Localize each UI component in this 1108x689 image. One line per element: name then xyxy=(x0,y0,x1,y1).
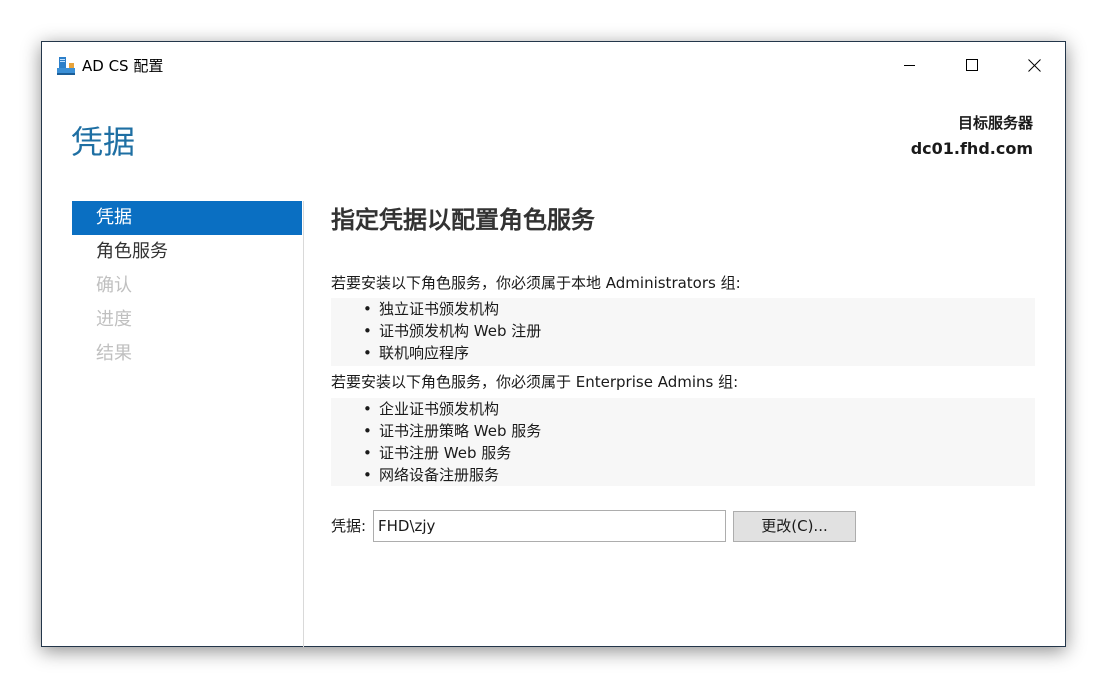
page-title: 凭据 xyxy=(71,123,136,161)
sidebar-item-progress: 进度 xyxy=(96,309,132,330)
credentials-label: 凭据: xyxy=(331,517,367,535)
title-bar[interactable]: AD CS 配置 xyxy=(42,42,1065,88)
content-title: 指定凭据以配置角色服务 xyxy=(331,206,595,234)
main-content: 指定凭据以配置角色服务 若要安装以下角色服务，你必须属于本地 Administr… xyxy=(331,202,1035,542)
wizard-steps-sidebar: 凭据 角色服务 确认 进度 结果 xyxy=(72,201,302,371)
ad-cs-config-window: AD CS 配置 凭据 目标服务器 dc01.fhd.com 凭据 角色服务 确… xyxy=(41,41,1066,647)
sidebar-divider xyxy=(303,201,304,647)
maximize-button[interactable] xyxy=(941,42,1003,88)
local-admin-requirement: 若要安装以下角色服务，你必须属于本地 Administrators 组: xyxy=(331,274,741,292)
target-server-name: dc01.fhd.com xyxy=(910,139,1033,158)
credentials-field[interactable] xyxy=(373,510,726,542)
list-item: 证书颁发机构 Web 注册 xyxy=(363,320,1035,342)
server-app-icon xyxy=(57,57,75,75)
close-icon xyxy=(1027,58,1041,72)
sidebar-item-role-services[interactable]: 角色服务 xyxy=(72,235,302,269)
enterprise-admin-roles-list: 企业证书颁发机构 证书注册策略 Web 服务 证书注册 Web 服务 网络设备注… xyxy=(331,398,1035,486)
list-item: 网络设备注册服务 xyxy=(363,464,1035,486)
minimize-button[interactable] xyxy=(879,42,941,88)
credentials-row: 凭据: 更改(C)... xyxy=(331,510,861,542)
local-admin-roles-list: 独立证书颁发机构 证书颁发机构 Web 注册 联机响应程序 xyxy=(331,298,1035,366)
list-item: 联机响应程序 xyxy=(363,342,1035,364)
change-credentials-button[interactable]: 更改(C)... xyxy=(733,511,856,542)
list-item: 独立证书颁发机构 xyxy=(363,298,1035,320)
sidebar-item-credentials[interactable]: 凭据 xyxy=(72,201,302,235)
list-item: 证书注册 Web 服务 xyxy=(363,442,1035,464)
sidebar-item-results: 结果 xyxy=(96,343,132,364)
sidebar-item-confirmation: 确认 xyxy=(96,275,132,296)
minimize-icon xyxy=(904,65,915,66)
maximize-icon xyxy=(966,59,978,71)
list-item: 企业证书颁发机构 xyxy=(363,398,1035,420)
target-server-label: 目标服务器 xyxy=(957,114,1033,132)
window-title: AD CS 配置 xyxy=(82,57,164,75)
enterprise-admin-requirement: 若要安装以下角色服务，你必须属于 Enterprise Admins 组: xyxy=(331,373,739,391)
close-button[interactable] xyxy=(1003,42,1065,88)
list-item: 证书注册策略 Web 服务 xyxy=(363,420,1035,442)
